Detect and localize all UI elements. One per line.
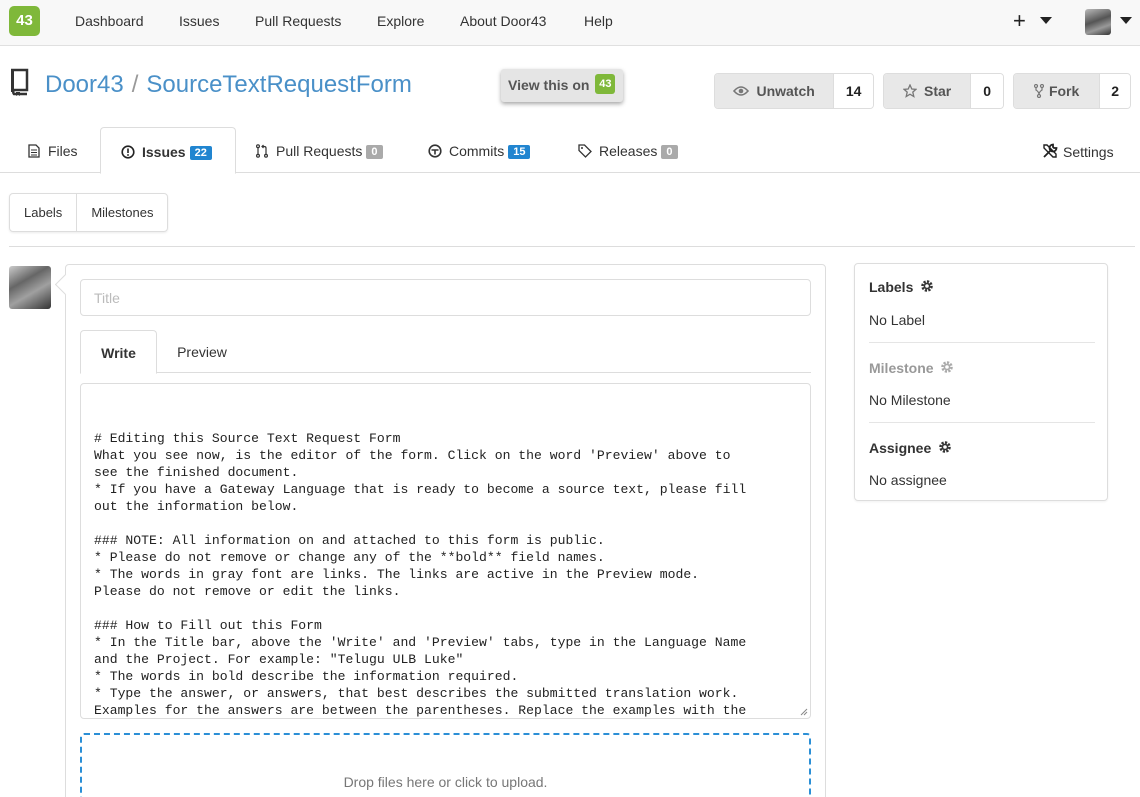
labels-value: No Label — [869, 312, 926, 328]
labels-heading[interactable]: Labels — [869, 279, 934, 295]
nav-help[interactable]: Help — [584, 13, 613, 29]
tab-releases[interactable]: Releases 0 — [578, 127, 678, 173]
pulls-count-badge: 0 — [366, 145, 383, 159]
plus-icon[interactable]: + — [1013, 8, 1026, 34]
star-button[interactable]: Star — [884, 74, 971, 108]
assignee-heading[interactable]: Assignee — [869, 440, 952, 456]
resize-handle-icon[interactable] — [800, 708, 808, 716]
nav-about-door43[interactable]: About Door43 — [460, 13, 546, 29]
releases-count-badge: 0 — [661, 145, 678, 159]
star-button-group: Star 0 — [883, 73, 1004, 109]
issue-sidebar: Labels No Label Milestone No Milestone A… — [854, 263, 1108, 501]
sidebar-divider — [869, 422, 1095, 423]
fork-button-group: Fork 2 — [1013, 73, 1131, 109]
file-dropzone[interactable]: Drop files here or click to upload. — [80, 733, 811, 797]
tab-issues[interactable]: Issues 22 — [100, 127, 236, 174]
tab-releases-label: Releases — [599, 143, 658, 159]
repo-name-link[interactable]: SourceTextRequestForm — [146, 71, 411, 98]
repo-title: Door43 / SourceTextRequestForm — [45, 71, 412, 99]
unwatch-button[interactable]: Unwatch — [715, 74, 834, 108]
editor-tabs: Write Preview — [80, 330, 811, 374]
tools-icon — [1043, 143, 1058, 158]
tag-icon — [578, 144, 592, 158]
tab-pull-requests[interactable]: Pull Requests 0 — [256, 127, 383, 173]
watchers-count[interactable]: 14 — [833, 74, 873, 108]
repo-tabs: Files Issues 22 Pull Requests 0 Commits 15 … — [0, 127, 1140, 174]
tab-settings[interactable]: Settings — [1042, 127, 1114, 173]
tab-pull-requests-label: Pull Requests — [276, 143, 363, 159]
dropzone-text: Drop files here or click to upload. — [343, 774, 548, 790]
fork-button[interactable]: Fork — [1014, 74, 1100, 108]
nav-pull-requests[interactable]: Pull Requests — [255, 13, 341, 29]
tab-preview[interactable]: Preview — [168, 330, 236, 373]
tab-issues-label: Issues — [142, 144, 186, 160]
tab-files[interactable]: Files — [28, 127, 78, 173]
labels-milestones-nav: Labels Milestones — [9, 193, 169, 232]
labels-button[interactable]: Labels — [10, 194, 76, 231]
issue-body-text: # Editing this Source Text Request Form … — [94, 431, 747, 718]
git-commit-icon — [428, 144, 442, 158]
forks-count[interactable]: 2 — [1099, 74, 1130, 108]
unwatch-button-group: Unwatch 14 — [714, 73, 874, 109]
chevron-down-icon[interactable] — [1120, 17, 1132, 24]
unwatch-label: Unwatch — [756, 83, 815, 99]
nav-explore[interactable]: Explore — [377, 13, 424, 29]
git-pull-request-icon — [256, 144, 269, 158]
nav-dashboard[interactable]: Dashboard — [75, 13, 144, 29]
top-navbar: 43 Dashboard Issues Pull Requests Explor… — [0, 0, 1140, 46]
author-avatar — [9, 266, 51, 309]
divider — [9, 246, 1135, 247]
view-on-door43-button[interactable]: View this on 43 — [501, 69, 623, 102]
assignee-value: No assignee — [869, 472, 947, 488]
fork-icon — [1033, 84, 1044, 98]
tab-commits[interactable]: Commits 15 — [428, 127, 531, 173]
milestone-heading-text: Milestone — [869, 360, 934, 376]
eye-icon — [733, 86, 750, 96]
repo-owner-link[interactable]: Door43 — [45, 71, 124, 98]
file-text-icon — [28, 144, 40, 158]
user-avatar[interactable] — [1085, 9, 1111, 35]
commits-count-badge: 15 — [508, 145, 531, 159]
tab-files-label: Files — [48, 143, 78, 159]
stars-count[interactable]: 0 — [970, 74, 1003, 108]
sidebar-divider — [869, 342, 1095, 343]
star-icon — [903, 84, 918, 98]
repo-icon — [11, 68, 29, 96]
milestones-button[interactable]: Milestones — [76, 194, 167, 231]
chevron-down-icon[interactable] — [1040, 17, 1052, 24]
issue-title-input[interactable] — [80, 279, 811, 316]
nav-issues[interactable]: Issues — [179, 13, 219, 29]
tab-write[interactable]: Write — [80, 330, 157, 374]
issue-body-textarea[interactable]: # Editing this Source Text Request Form … — [80, 383, 811, 719]
view-on-label: View this on — [508, 77, 590, 93]
milestone-heading[interactable]: Milestone — [869, 360, 954, 376]
gear-icon[interactable] — [938, 440, 952, 454]
door43-logo[interactable]: 43 — [9, 6, 40, 36]
fork-label: Fork — [1048, 83, 1080, 99]
milestone-value: No Milestone — [869, 392, 951, 408]
repo-separator: / — [131, 71, 139, 98]
assignee-heading-text: Assignee — [869, 440, 932, 456]
star-label: Star — [924, 83, 952, 99]
gear-icon[interactable] — [940, 360, 954, 374]
tab-settings-label: Settings — [1063, 144, 1114, 160]
labels-heading-text: Labels — [869, 279, 914, 295]
tab-commits-label: Commits — [449, 143, 505, 159]
issue-opened-icon — [121, 145, 135, 159]
door43-mini-logo: 43 — [595, 74, 616, 95]
gear-icon[interactable] — [920, 279, 934, 293]
issues-count-badge: 22 — [189, 146, 212, 160]
